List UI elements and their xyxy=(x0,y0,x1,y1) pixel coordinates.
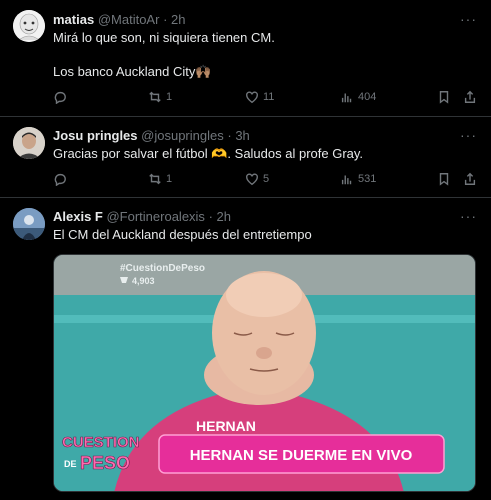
tweet[interactable]: Josu pringles @josupringles · 3h ··· Gra… xyxy=(0,117,491,198)
author-handle[interactable]: @MatitoAr xyxy=(98,12,160,27)
more-icon[interactable]: ··· xyxy=(460,12,477,26)
timestamp[interactable]: 2h xyxy=(171,12,185,27)
more-icon[interactable]: ··· xyxy=(460,209,477,223)
tweet-header: Josu pringles @josupringles · 3h xyxy=(53,128,250,144)
author-handle[interactable]: @Fortineroalexis xyxy=(106,209,204,224)
author-name[interactable]: Josu pringles xyxy=(53,128,138,143)
timestamp[interactable]: 3h xyxy=(235,128,249,143)
timestamp[interactable]: 2h xyxy=(217,209,231,224)
hashtag-overlay: #CuestionDePeso xyxy=(120,263,205,274)
share-icon xyxy=(464,90,476,103)
bookmark-button[interactable] xyxy=(437,90,451,104)
banner-text: HERNAN SE DUERME EN VIVO xyxy=(190,447,413,464)
like-icon xyxy=(246,173,258,186)
tweet-header: Alexis F @Fortineroalexis · 2h xyxy=(53,209,231,225)
share-button[interactable] xyxy=(463,90,477,104)
tweet-count-overlay: 4,903 xyxy=(132,276,155,286)
bookmark-icon xyxy=(439,91,449,104)
media-scene: #CuestionDePeso 4,903 HERNAN CUESTION DE… xyxy=(54,255,475,491)
views-count: 531 xyxy=(358,173,377,185)
views-button[interactable]: 404 xyxy=(340,90,376,104)
separator-dot: · xyxy=(227,128,232,143)
like-button[interactable]: 11 xyxy=(245,90,274,104)
tweet-text-line: Mirá lo que son, ni siquiera tienen CM. xyxy=(53,30,275,45)
tweet[interactable]: matias @MatitoAr · 2h ··· Mirá lo que so… xyxy=(0,0,491,117)
show-logo-prefix: DE xyxy=(64,459,77,469)
tweet-text-line: Gracias por salvar el fútbol 🫶. Saludos … xyxy=(53,146,364,161)
share-button[interactable] xyxy=(463,172,477,186)
reply-icon xyxy=(54,91,66,104)
shirt-text: HERNAN xyxy=(196,418,256,434)
tweet-text-line: Los banco Auckland City🙌🏽 xyxy=(53,64,212,79)
avatar[interactable] xyxy=(13,10,45,42)
tweet-media-image[interactable]: #CuestionDePeso 4,903 HERNAN CUESTION DE… xyxy=(53,254,476,492)
like-count: 5 xyxy=(263,173,270,185)
share-icon xyxy=(464,172,476,185)
author-name[interactable]: matias xyxy=(53,12,94,27)
views-button[interactable]: 531 xyxy=(340,172,376,186)
tweet-actions: 1 5 531 xyxy=(53,172,476,188)
bookmark-button[interactable] xyxy=(437,172,451,186)
avatar[interactable] xyxy=(13,208,45,240)
retweet-count: 1 xyxy=(166,91,173,103)
views-icon xyxy=(341,175,352,185)
reply-button[interactable] xyxy=(53,90,71,104)
retweet-icon xyxy=(149,91,161,103)
avatar[interactable] xyxy=(13,127,45,159)
more-icon[interactable]: ··· xyxy=(460,128,477,142)
separator-dot: · xyxy=(163,12,168,27)
tweet-actions: 1 11 404 xyxy=(53,90,476,106)
tweet-header: matias @MatitoAr · 2h xyxy=(53,12,186,28)
like-icon xyxy=(246,91,258,104)
retweet-button[interactable]: 1 xyxy=(148,90,172,104)
show-logo-line2: PESO xyxy=(80,453,130,473)
tweet-text-line: El CM del Auckland después del entretiem… xyxy=(53,227,312,242)
retweet-button[interactable]: 1 xyxy=(148,172,172,186)
retweet-icon xyxy=(149,173,161,185)
views-icon xyxy=(341,93,352,103)
separator-dot: · xyxy=(208,209,213,224)
bookmark-icon xyxy=(439,173,449,186)
like-count: 11 xyxy=(263,91,275,103)
show-logo-line1: CUESTION xyxy=(62,434,140,451)
author-name[interactable]: Alexis F xyxy=(53,209,103,224)
views-count: 404 xyxy=(358,91,377,103)
author-handle[interactable]: @josupringles xyxy=(141,128,224,143)
reply-button[interactable] xyxy=(53,172,71,186)
retweet-count: 1 xyxy=(166,173,173,185)
like-button[interactable]: 5 xyxy=(245,172,269,186)
reply-icon xyxy=(54,173,66,186)
